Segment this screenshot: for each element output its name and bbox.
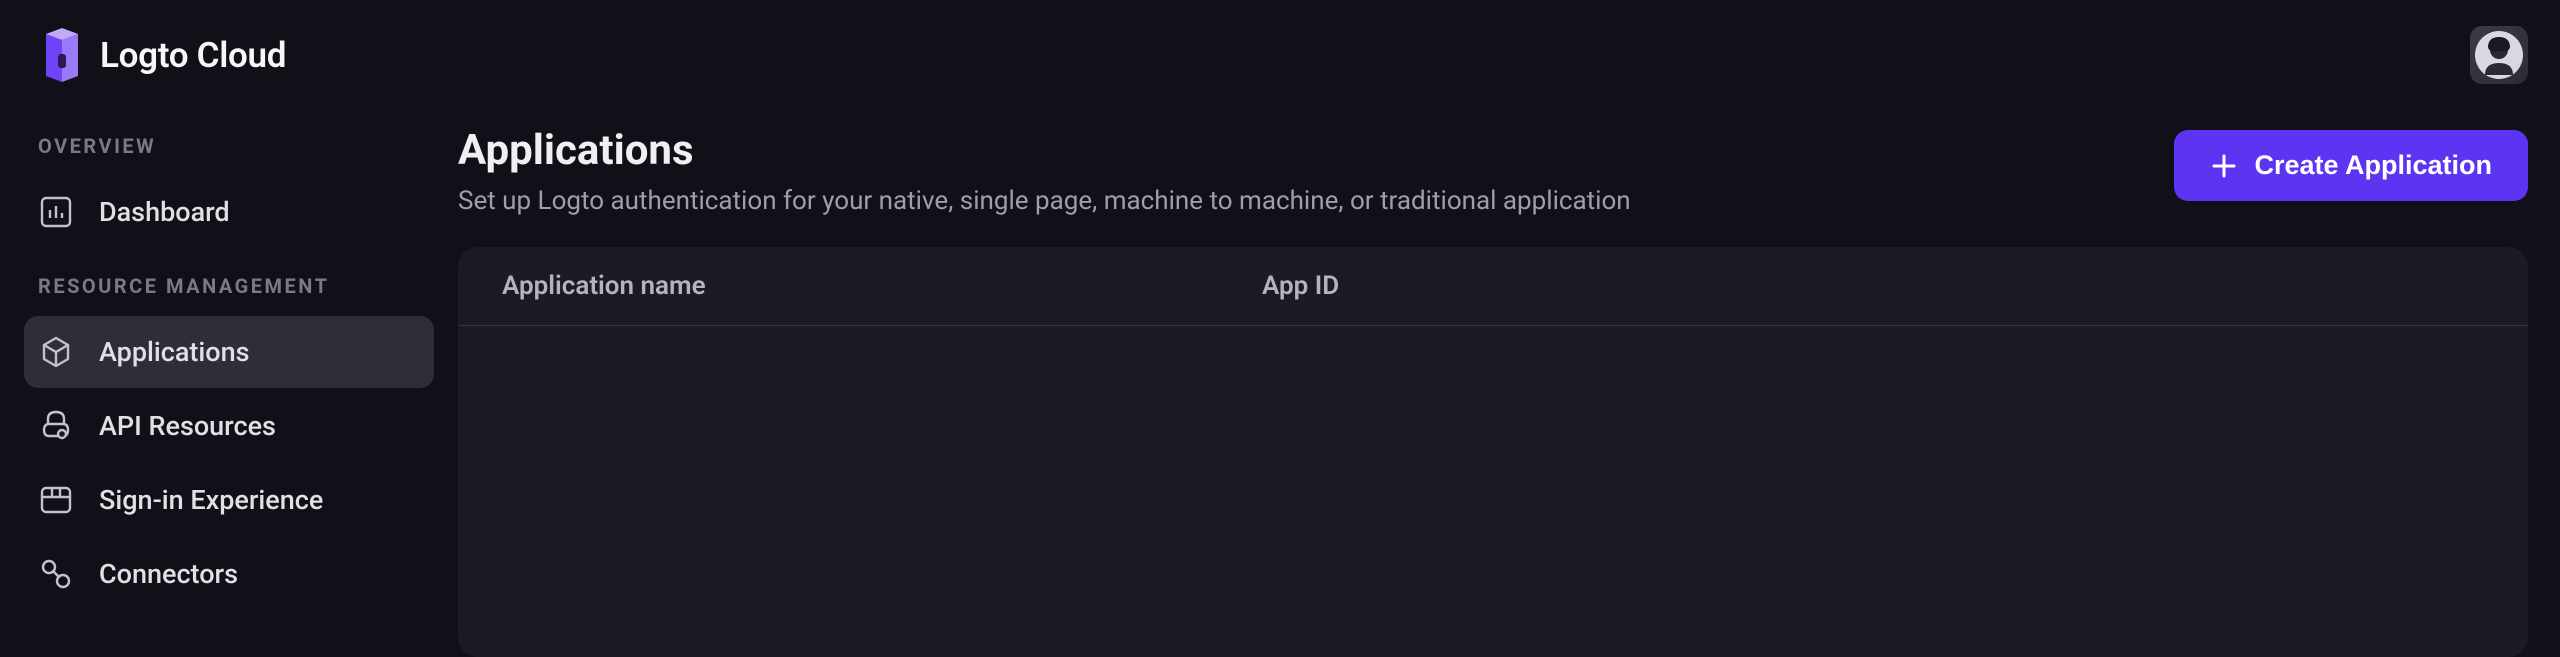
connection-icon [38, 556, 74, 592]
main-content: Applications Set up Logto authentication… [458, 110, 2560, 657]
lock-cloud-icon [38, 408, 74, 444]
box-icon [38, 334, 74, 370]
brand-title: Logto Cloud [100, 35, 286, 76]
sidebar: OVERVIEW Dashboard RESOURCE MANAGEMENT [0, 110, 458, 657]
page-description: Set up Logto authentication for your nat… [458, 183, 2174, 219]
brand-logo-mark-icon [38, 28, 86, 82]
sidebar-item-api-resources[interactable]: API Resources [24, 390, 434, 462]
applications-table: Application name App ID [458, 247, 2528, 657]
sidebar-item-connectors[interactable]: Connectors [24, 538, 434, 610]
sidebar-item-label: Connectors [99, 558, 238, 590]
plus-icon [2210, 152, 2238, 180]
sidebar-item-label: Dashboard [99, 196, 230, 228]
brand-logo[interactable]: Logto Cloud [38, 28, 286, 82]
sidebar-item-dashboard[interactable]: Dashboard [24, 176, 434, 248]
sidebar-item-label: Sign-in Experience [99, 484, 323, 516]
user-avatar[interactable] [2470, 26, 2528, 84]
page-header: Applications Set up Logto authentication… [458, 120, 2528, 219]
app-root: Logto Cloud OVERVIEW [0, 0, 2560, 657]
table-column-header-name: Application name [502, 271, 1262, 301]
table-column-header-app-id: App ID [1262, 271, 2484, 301]
sidebar-item-sign-in-experience[interactable]: Sign-in Experience [24, 464, 434, 536]
sidebar-item-label: API Resources [99, 410, 276, 442]
sidebar-section-caption-resources: RESOURCE MANAGEMENT [24, 260, 434, 316]
top-bar: Logto Cloud [0, 0, 2560, 110]
sidebar-item-applications[interactable]: Applications [24, 316, 434, 388]
avatar-icon [2475, 31, 2523, 79]
body-layout: OVERVIEW Dashboard RESOURCE MANAGEMENT [0, 110, 2560, 657]
create-application-button[interactable]: Create Application [2174, 130, 2528, 201]
sidebar-section-caption-overview: OVERVIEW [24, 120, 434, 176]
page-title: Applications [458, 126, 2174, 175]
sidebar-item-label: Applications [99, 336, 250, 368]
page-header-text: Applications Set up Logto authentication… [458, 126, 2174, 219]
chart-bar-icon [38, 194, 74, 230]
create-application-label: Create Application [2254, 150, 2492, 181]
table-header-row: Application name App ID [458, 247, 2528, 326]
browser-window-icon [38, 482, 74, 518]
